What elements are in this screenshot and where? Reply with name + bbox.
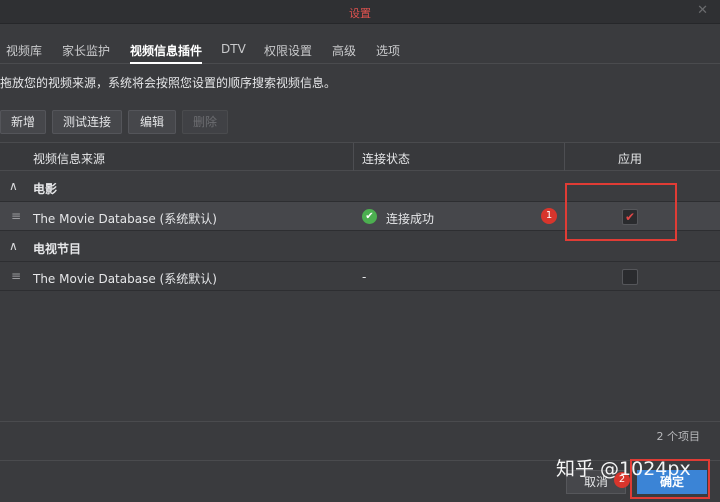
- apply-checkbox[interactable]: [622, 269, 638, 285]
- delete-button[interactable]: 删除: [182, 110, 228, 134]
- tab-video-info-plugin[interactable]: 视频信息插件: [130, 42, 203, 64]
- tab-permissions[interactable]: 权限设置: [264, 42, 312, 64]
- column-divider: [564, 143, 565, 171]
- group-label: 电影: [33, 182, 58, 196]
- source-name: The Movie Database (系统默认): [33, 212, 217, 226]
- tab-parental-control[interactable]: 家长监护: [62, 42, 110, 64]
- check-circle-icon: ✔: [362, 209, 377, 224]
- tab-bar: 视频库 家长监护 视频信息插件 DTV 权限设置 高级 选项: [0, 36, 720, 64]
- add-button[interactable]: 新增: [0, 110, 46, 134]
- edit-button[interactable]: 编辑: [128, 110, 176, 134]
- tab-options[interactable]: 选项: [376, 42, 400, 64]
- table-header: 视频信息来源 连接状态 应用: [0, 143, 720, 171]
- test-connection-button[interactable]: 测试连接: [52, 110, 122, 134]
- column-status[interactable]: 连接状态: [362, 150, 410, 167]
- column-divider: [353, 143, 354, 171]
- drag-handle-icon[interactable]: ≡: [11, 209, 21, 223]
- watermark: 知乎 @1024px: [556, 458, 691, 480]
- tab-advanced[interactable]: 高级: [332, 42, 356, 64]
- tab-video-library[interactable]: 视频库: [6, 42, 42, 64]
- window-title: 设置: [349, 7, 371, 20]
- annotation-badge: 1: [541, 208, 557, 224]
- drag-handle-icon[interactable]: ≡: [11, 269, 21, 283]
- close-icon[interactable]: ✕: [697, 3, 708, 18]
- tab-dtv[interactable]: DTV: [221, 42, 246, 64]
- page-description: 拖放您的视频来源，系统将会按照您设置的顺序搜索视频信息。: [0, 76, 337, 90]
- item-count: 2 个项目: [656, 430, 701, 443]
- table-row[interactable]: ≡ The Movie Database (系统默认) -: [0, 261, 720, 291]
- title-bar: 设置 ✕: [0, 0, 720, 24]
- column-apply[interactable]: 应用: [618, 150, 642, 167]
- connection-status: -: [362, 270, 367, 284]
- source-name: The Movie Database (系统默认): [33, 272, 217, 286]
- collapse-icon[interactable]: ∧: [9, 179, 18, 193]
- connection-status: 连接成功: [386, 212, 435, 226]
- column-source[interactable]: 视频信息来源: [33, 150, 105, 167]
- group-label: 电视节目: [33, 242, 82, 256]
- collapse-icon[interactable]: ∧: [9, 239, 18, 253]
- annotation-highlight-box: [565, 183, 677, 241]
